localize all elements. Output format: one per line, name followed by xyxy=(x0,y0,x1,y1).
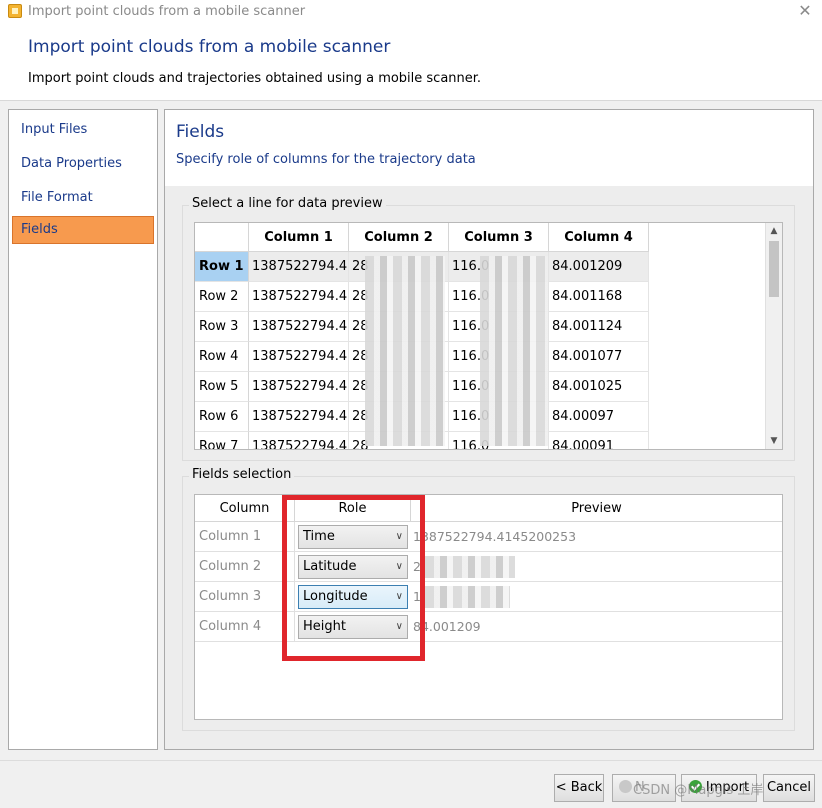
app-icon xyxy=(8,4,22,18)
table-corner-header xyxy=(195,223,249,252)
row-header[interactable]: Row 3 xyxy=(195,312,249,342)
row-header[interactable]: Row 6 xyxy=(195,402,249,432)
sidebar-item-fields[interactable]: Fields xyxy=(12,216,154,244)
role-select-latitude[interactable]: Latitude ∨ xyxy=(298,555,408,579)
table-cell[interactable]: 84.001209 xyxy=(549,252,649,282)
wizard-subtitle: Import point clouds and trajectories obt… xyxy=(28,71,482,86)
fields-header-column: Column xyxy=(195,495,295,522)
fields-preview-value: 84.001209 xyxy=(413,619,481,634)
chevron-down-icon: ∨ xyxy=(395,591,403,602)
fields-preview-value: 1 xyxy=(413,589,421,604)
next-button[interactable]: N xyxy=(612,774,676,802)
role-select-height[interactable]: Height ∨ xyxy=(298,615,408,639)
fields-column-name: Column 2 xyxy=(195,552,295,581)
fields-header-preview: Preview xyxy=(411,495,782,522)
check-icon xyxy=(688,780,702,793)
fields-row: Column 1 Time ∨ 1387522794.4145200253 xyxy=(195,522,782,552)
table-cell[interactable]: 1387522794.4... xyxy=(249,282,349,312)
column-header[interactable]: Column 1 xyxy=(249,223,349,252)
column-header[interactable]: Column 3 xyxy=(449,223,549,252)
window-title: Import point clouds from a mobile scanne… xyxy=(28,4,306,19)
fields-preview-value: 2 xyxy=(413,559,421,574)
fields-preview-value: 1387522794.4145200253 xyxy=(413,529,577,544)
redacted-region xyxy=(425,556,515,578)
cancel-button[interactable]: Cancel xyxy=(763,774,815,802)
import-button[interactable]: Import xyxy=(681,774,757,802)
wizard-header: Import point clouds from a mobile scanne… xyxy=(0,24,822,101)
role-select-value: Height xyxy=(303,619,346,634)
fields-row: Column 2 Latitude ∨ 2 xyxy=(195,552,782,582)
preview-table[interactable]: Column 1 Column 2 Column 3 Column 4 Row … xyxy=(194,222,783,450)
table-cell[interactable]: 1387522794.4... xyxy=(249,402,349,432)
sidebar-item-input-files[interactable]: Input Files xyxy=(12,116,154,144)
table-cell[interactable]: 84.001124 xyxy=(549,312,649,342)
table-cell[interactable]: 84.001168 xyxy=(549,282,649,312)
column-header[interactable]: Column 2 xyxy=(349,223,449,252)
next-arrow-icon xyxy=(619,780,632,793)
table-cell[interactable]: 84.00097 xyxy=(549,402,649,432)
chevron-down-icon: ∨ xyxy=(395,531,403,542)
table-cell[interactable]: 1387522794.4... xyxy=(249,342,349,372)
table-cell[interactable]: 1387522794.4... xyxy=(249,372,349,402)
back-button[interactable]: < Back xyxy=(554,774,604,802)
fields-row: Column 4 Height ∨ 84.001209 xyxy=(195,612,782,642)
row-header[interactable]: Row 1 xyxy=(195,252,249,282)
table-cell[interactable]: 1387522794.4... xyxy=(249,252,349,282)
table-cell[interactable]: 84.001025 xyxy=(549,372,649,402)
sidebar-item-file-format[interactable]: File Format xyxy=(12,184,154,212)
preview-group-label: Select a line for data preview xyxy=(189,196,386,211)
redacted-region xyxy=(480,256,548,446)
role-select-time[interactable]: Time ∨ xyxy=(298,525,408,549)
column-header[interactable]: Column 4 xyxy=(549,223,649,252)
scrollbar-thumb[interactable] xyxy=(769,241,779,297)
table-cell[interactable]: 84.00091 xyxy=(549,432,649,449)
role-select-value: Longitude xyxy=(303,589,368,604)
fields-column-name: Column 4 xyxy=(195,612,295,641)
redacted-region xyxy=(425,586,510,608)
role-select-value: Time xyxy=(303,529,335,544)
page-title: Fields xyxy=(176,122,225,142)
row-header[interactable]: Row 7 xyxy=(195,432,249,449)
wizard-title: Import point clouds from a mobile scanne… xyxy=(28,37,391,57)
row-header[interactable]: Row 2 xyxy=(195,282,249,312)
page-subtitle: Specify role of columns for the trajecto… xyxy=(176,152,476,167)
title-bar: Import point clouds from a mobile scanne… xyxy=(0,0,822,24)
import-button-label: Import xyxy=(705,780,750,795)
fields-column-name: Column 3 xyxy=(195,582,295,611)
close-icon[interactable]: ✕ xyxy=(796,2,814,20)
role-select-value: Latitude xyxy=(303,559,357,574)
scroll-down-icon[interactable]: ▼ xyxy=(766,433,782,449)
role-select-longitude[interactable]: Longitude ∨ xyxy=(298,585,408,609)
wizard-steps-sidebar: Input Files Data Properties File Format … xyxy=(8,109,158,750)
fields-row: Column 3 Longitude ∨ 1 xyxy=(195,582,782,612)
wizard-footer: < Back N Import Cancel xyxy=(0,760,822,808)
fields-column-name: Column 1 xyxy=(195,522,295,551)
fields-header-role: Role xyxy=(295,495,411,522)
table-cell[interactable]: 1387522794.4... xyxy=(249,432,349,449)
table-cell[interactable]: 1387522794.4... xyxy=(249,312,349,342)
chevron-down-icon: ∨ xyxy=(395,561,403,572)
next-button-label: N xyxy=(635,780,645,795)
preview-scrollbar[interactable]: ▲ ▼ xyxy=(765,223,782,449)
sidebar-item-data-properties[interactable]: Data Properties xyxy=(12,150,154,178)
fields-table: Column Role Preview Column 1 Time ∨ 1387… xyxy=(194,494,783,720)
fields-group-label: Fields selection xyxy=(189,467,295,482)
row-header[interactable]: Row 4 xyxy=(195,342,249,372)
chevron-down-icon: ∨ xyxy=(395,621,403,632)
scroll-up-icon[interactable]: ▲ xyxy=(766,223,782,239)
table-cell[interactable]: 84.001077 xyxy=(549,342,649,372)
redacted-region xyxy=(365,256,445,446)
row-header[interactable]: Row 5 xyxy=(195,372,249,402)
